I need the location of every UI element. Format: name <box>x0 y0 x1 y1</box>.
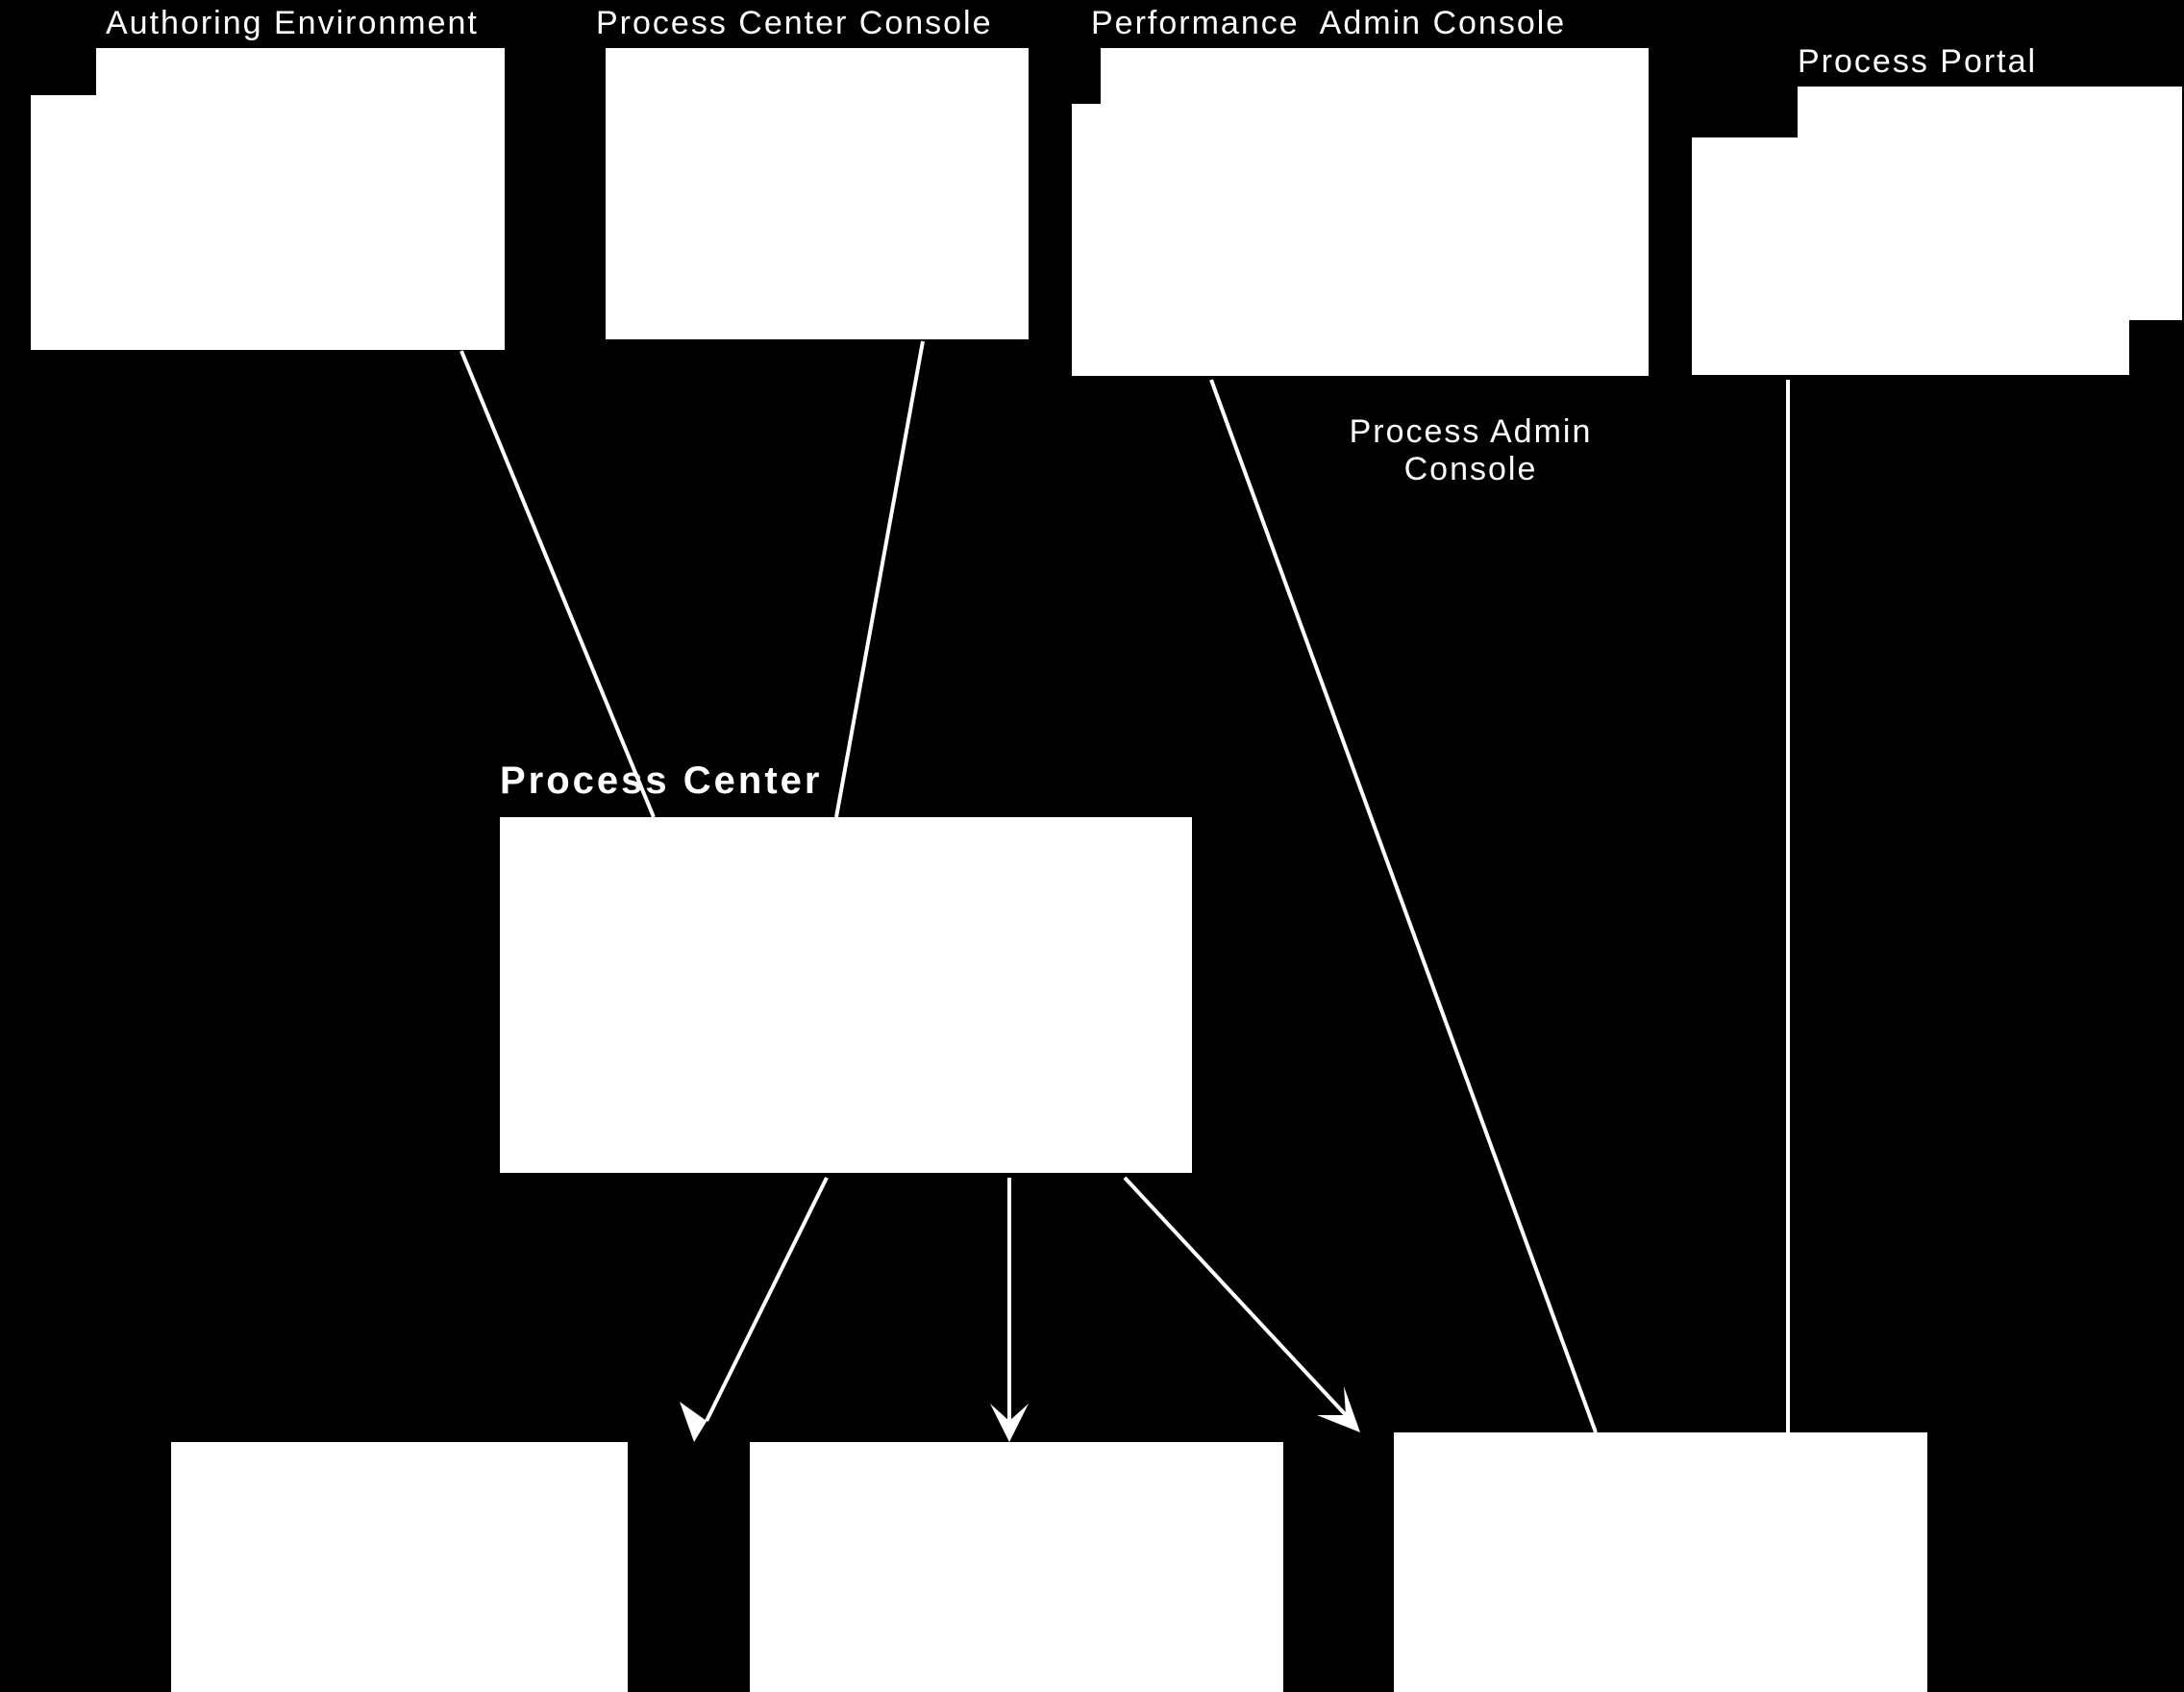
performance-admin-console-label: Performance Admin Console <box>1091 5 1566 42</box>
performance-admin-console-box-body <box>1072 104 1649 376</box>
line-pcc-to-pc <box>836 341 923 817</box>
bottom-box-3 <box>1394 1432 1927 1692</box>
process-portal-box <box>1798 87 2182 139</box>
process-center-console-box-body <box>606 104 1029 339</box>
arrow-pc-to-b3-head <box>1317 1386 1360 1432</box>
process-center-console-label: Process Center Console <box>596 5 993 42</box>
arrow-pc-to-b3-line <box>1125 1178 1346 1415</box>
line-authoring-to-pc <box>461 351 654 817</box>
line-perfadmin-diag <box>1211 380 1596 1432</box>
process-center-heading: Process Center <box>500 759 822 803</box>
authoring-environment-label: Authoring Environment <box>106 5 479 42</box>
process-center-box <box>500 817 1192 1173</box>
bottom-box-1 <box>171 1442 628 1692</box>
process-portal-box-mid <box>1692 137 2182 320</box>
process-portal-box-bottom <box>1692 317 2129 375</box>
performance-admin-console-box <box>1101 48 1649 106</box>
arrow-pc-to-b2-head <box>990 1404 1029 1442</box>
authoring-environment-box <box>96 48 505 96</box>
authoring-environment-box-body <box>31 95 505 350</box>
process-admin-console-label: Process Admin Console <box>1269 413 1673 488</box>
process-center-console-box <box>606 48 1029 106</box>
arrow-pc-to-b1-line <box>707 1178 827 1421</box>
bottom-box-2 <box>750 1442 1283 1692</box>
arrow-pc-to-b1-head <box>680 1402 716 1442</box>
process-portal-label: Process Portal <box>1798 43 2037 81</box>
